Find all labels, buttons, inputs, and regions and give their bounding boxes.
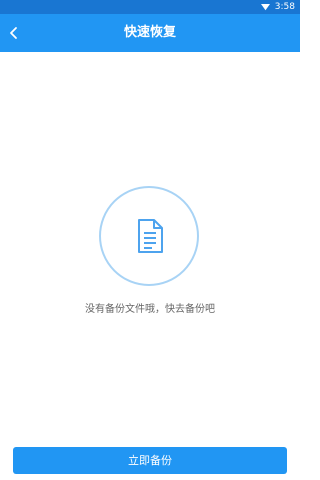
status-time: 3:58 [274, 2, 295, 12]
app-bar: 快速恢复 [0, 14, 300, 52]
chevron-left-icon [10, 27, 17, 39]
empty-state-message: 没有备份文件哦，快去备份吧 [85, 304, 215, 315]
backup-now-button[interactable]: 立即备份 [13, 447, 287, 474]
wifi-icon [261, 3, 270, 11]
page-title: 快速恢复 [123, 25, 176, 40]
empty-state-circle [99, 186, 199, 286]
document-icon [138, 219, 163, 253]
status-bar: 3:58 [0, 0, 300, 14]
back-button[interactable] [4, 23, 24, 43]
